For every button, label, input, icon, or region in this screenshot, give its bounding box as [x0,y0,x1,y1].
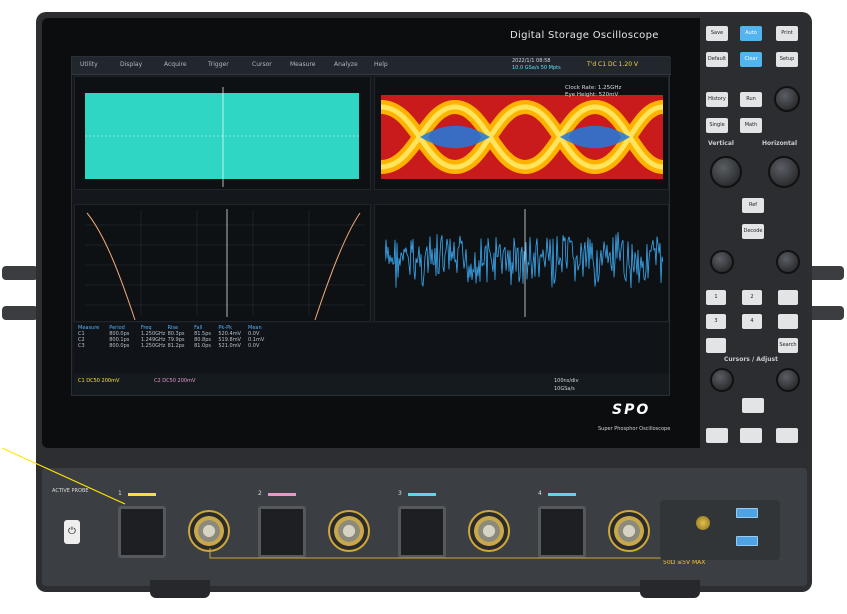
menu-item-display[interactable]: Display [120,61,142,68]
meas-cell: 0.0V [248,343,260,349]
decode-key[interactable]: Decode [742,224,764,239]
default-key[interactable]: Default [706,52,728,67]
bottom-key-2[interactable] [740,428,762,443]
channel-2-key[interactable]: 2 [742,290,762,305]
channel-2-label: 2 [258,490,262,497]
spo-logo: SPO [612,402,651,418]
meas-cell: 800.0ps [109,343,130,349]
setup-key[interactable]: Setup [776,52,798,67]
save-key[interactable]: Save [706,26,728,41]
single-key[interactable]: Single [706,118,728,133]
meas-cell: 81.2ps [167,343,185,349]
menu-item-help[interactable]: Help [374,61,388,68]
channel-ref-key[interactable] [778,290,798,305]
carry-handle-left-bottom [2,306,38,320]
noise-cursor [524,209,526,317]
carry-handle-right-top [808,266,844,280]
channel-3-bnc-connector[interactable] [468,510,510,552]
auto-key[interactable]: Auto [740,26,762,41]
vertical-position-knob[interactable] [710,250,734,274]
cursors-adjust-label: Cursors / Adjust [724,356,778,363]
input-rating-bracket [209,548,671,559]
bottom-key-3[interactable] [776,428,798,443]
meas-cell: 1.250GHz [140,343,166,349]
channel-4-color-line [548,493,576,496]
search-key[interactable]: Search [778,338,798,353]
brand-title: Digital Storage Oscilloscope [510,30,659,41]
carry-handle-right-bottom [808,306,844,320]
history-key[interactable]: History [706,92,728,107]
meas-cell: 521.0mV [218,343,241,349]
input-voltage-warning: 50Ω ≤5V MAX [663,559,706,566]
fft-plot [85,209,365,321]
trigger-level-knob[interactable] [774,86,800,112]
vertical-scale-knob[interactable] [710,156,742,188]
control-panel: Save Auto Print Default Clear Setup Hist… [700,18,808,448]
vertical-label: Vertical [708,140,734,147]
sample-info: 10GSa/s [554,386,575,392]
run-key[interactable]: Run [740,92,762,107]
channel-1-bnc-connector[interactable] [188,510,230,552]
channel-3-color-line [408,493,436,496]
menu-item-cursor[interactable]: Cursor [252,61,272,68]
channel-info-bar: C1 DC50 200mV C2 DC50 200mV 100ns/div 10… [74,375,669,395]
eye-diagram [380,99,665,175]
usb-panel [660,500,780,560]
aux-connector[interactable] [696,516,710,530]
menu-item-utility[interactable]: Utility [80,61,98,68]
ch1-info[interactable]: C1 DC50 200mV [78,378,119,384]
channel-3-label: 3 [398,490,402,497]
clear-key[interactable]: Clear [740,52,762,67]
carry-handle-left-top [2,266,38,280]
cursor-knob-right[interactable] [776,368,800,392]
menu-item-trigger[interactable]: Trigger [208,61,229,68]
table-row: C3 800.0ps 1.250GHz 81.2ps 81.0ps 521.0m… [78,343,278,349]
menu-item-acquire[interactable]: Acquire [164,61,187,68]
print-key[interactable]: Print [776,26,798,41]
channel-2-bnc-connector[interactable] [328,510,370,552]
math-extra-key[interactable] [706,338,726,353]
grid-overlay [85,87,360,187]
display-screen[interactable]: Utility Display Acquire Trigger Cursor M… [71,56,671,396]
power-button[interactable]: ⏻ [64,520,80,544]
eye-clock-rate: Clock Rate: 1.25GHz [565,85,622,91]
spo-subtitle: Super Phosphor Oscilloscope [598,426,671,432]
timebase-info[interactable]: 100ns/div [554,378,579,384]
annotation-pointer [1,447,126,505]
bottom-key-1[interactable] [706,428,728,443]
channel-1-probe-socket[interactable] [118,506,166,558]
trigger-status: T'd C1 DC 1.20 V [587,61,639,68]
eye-info: Clock Rate: 1.25GHz Eye Height: 520mV [565,85,621,99]
fft-pane[interactable] [74,204,371,322]
eye-diagram-pane[interactable]: Clock Rate: 1.25GHz Eye Height: 520mV [374,76,669,190]
eye-height: Eye Height: 520mV [565,92,619,98]
usb-port-top[interactable] [736,508,758,518]
noise-waveform-pane[interactable] [374,204,669,322]
cursor-select-key[interactable] [742,398,764,413]
cursor-knob-left[interactable] [710,368,734,392]
channel-2-color-line [268,493,296,496]
channel-4-bnc-connector[interactable] [608,510,650,552]
channel-3-key[interactable]: 3 [706,314,726,329]
horizontal-position-knob[interactable] [776,250,800,274]
meas-cell: 81.0ps [194,343,212,349]
ref-key[interactable]: Ref [742,198,764,213]
meas-cell: C3 [78,343,85,349]
horizontal-label: Horizontal [762,140,798,147]
waveform-pane-top-left[interactable] [74,76,371,190]
decode-extra-key[interactable] [778,314,798,329]
measurement-table: Measure Period Freq Rise Fall Pk-Pk Mean… [74,323,669,373]
usb-port-bottom[interactable] [736,536,758,546]
channel-4-label: 4 [538,490,542,497]
menu-bar: Utility Display Acquire Trigger Cursor M… [72,57,671,75]
foot-left [150,580,210,598]
menu-item-analyze[interactable]: Analyze [334,61,358,68]
math-key[interactable]: Math [740,118,762,133]
channel-1-key[interactable]: 1 [706,290,726,305]
channel-4-key[interactable]: 4 [742,314,762,329]
ch2-info[interactable]: C2 DC50 200mV [154,378,195,384]
horizontal-scale-knob[interactable] [768,156,800,188]
foot-right [640,580,700,598]
menu-item-measure[interactable]: Measure [290,61,316,68]
